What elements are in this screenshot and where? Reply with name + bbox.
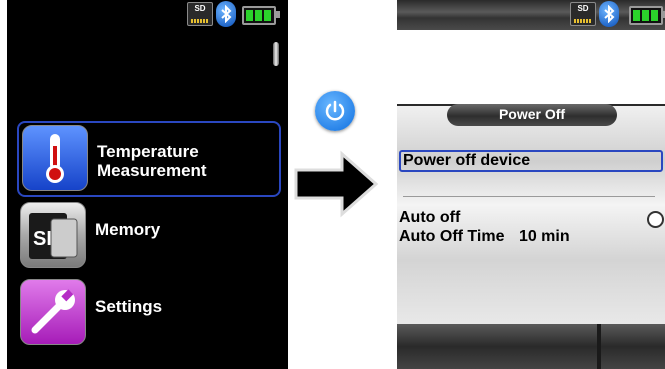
- power-off-screen: SD Power off device Auto off Auto Off Ti…: [397, 0, 665, 369]
- scrollbar-thumb[interactable]: [273, 42, 279, 66]
- sd-status-label: SD: [577, 4, 589, 13]
- power-icon[interactable]: [315, 91, 355, 131]
- divider: [403, 196, 655, 197]
- auto-off-item[interactable]: Auto off: [399, 209, 663, 227]
- menu-item-label: Settings: [95, 297, 163, 316]
- menu-item-memory[interactable]: SD Memory: [17, 200, 277, 272]
- bluetooth-icon: [599, 1, 619, 27]
- menu-item-label: Temperature Measurement: [97, 142, 207, 180]
- status-bar: SD: [7, 0, 288, 30]
- menu-item-label: Power off device: [403, 152, 531, 169]
- menu-item-label: Auto off: [399, 209, 461, 226]
- menu-item-settings[interactable]: Settings: [17, 277, 277, 349]
- battery-icon: [629, 6, 665, 25]
- main-menu-screen: SD Temperature Measurement SD Memory Set…: [7, 0, 288, 369]
- softkey-bar[interactable]: [397, 324, 665, 369]
- power-off-device-item[interactable]: Power off device: [399, 150, 663, 172]
- battery-icon: [242, 6, 280, 25]
- menu-item-label: Memory: [95, 220, 161, 239]
- sd-status-label: SD: [194, 4, 206, 13]
- wrench-icon: [20, 279, 86, 345]
- menu-item-temperature-measurement[interactable]: Temperature Measurement: [17, 121, 281, 197]
- bluetooth-icon: [216, 1, 236, 27]
- right-arrow-icon: [294, 150, 379, 218]
- menu-item-label: Auto Off Time: [399, 228, 505, 245]
- page-title: Power Off: [498, 106, 566, 122]
- sd-card-icon: SD: [187, 2, 213, 26]
- softkey-divider: [597, 324, 601, 369]
- auto-off-radio[interactable]: [647, 211, 664, 228]
- status-bar: SD: [397, 0, 665, 30]
- power-off-panel: Power off device Auto off Auto Off Time …: [397, 104, 665, 326]
- auto-off-time-value: 10 min: [518, 228, 570, 245]
- sd-card-icon: SD: [570, 2, 596, 26]
- thermometer-icon: [22, 125, 88, 191]
- auto-off-time-item[interactable]: Auto Off Time 10 min: [399, 228, 663, 246]
- sd-card-icon: SD: [20, 202, 86, 268]
